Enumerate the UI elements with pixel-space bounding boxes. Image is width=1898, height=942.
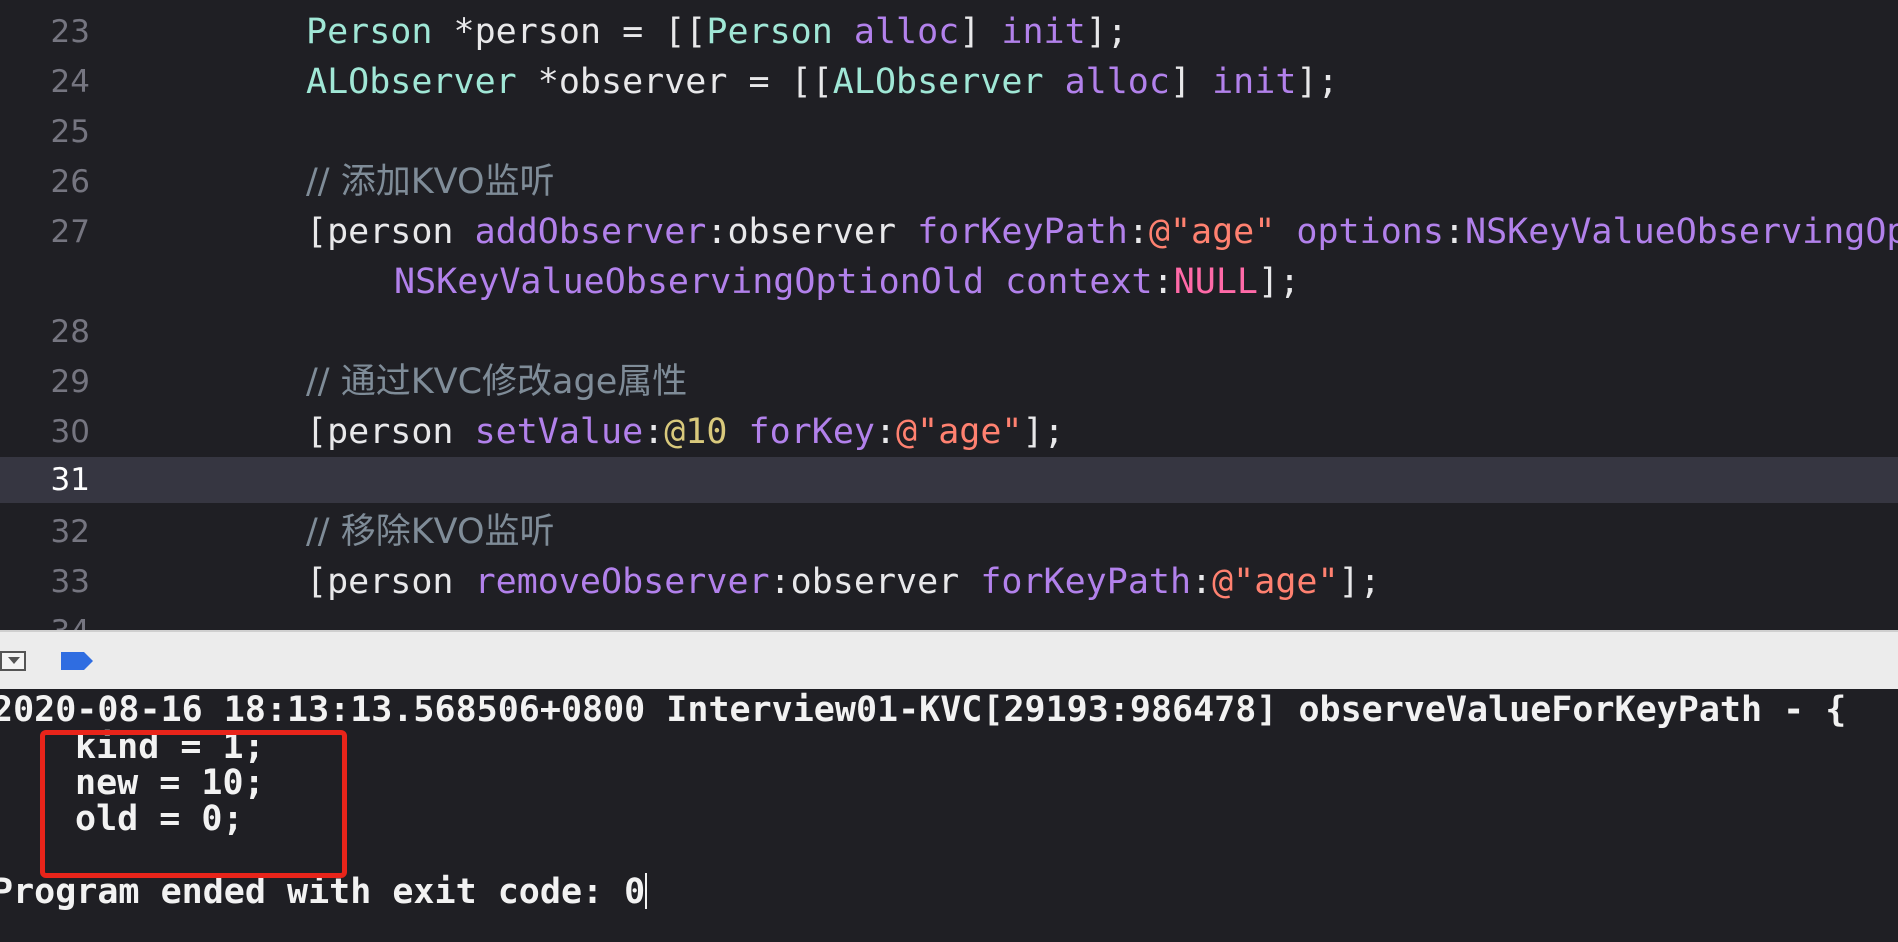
code-text: // 移除KVO监听 [306,507,555,557]
code-token: // 通过KVC修改age属性 [306,362,688,402]
code-token: options [1296,212,1444,252]
code-token: ]; [1022,412,1065,452]
highlight-box [40,730,347,878]
code-line[interactable]: 23 Person *person = [[Person alloc] init]… [0,7,1898,57]
code-text: // 添加KVO监听 [306,157,555,207]
code-line[interactable]: 24 ALObserver *observer = [[ALObserver al… [0,57,1898,107]
code-text: // 通过KVC修改age属性 [306,357,687,407]
code-token: // 移除KVO监听 [306,512,555,552]
line-number: 28 [50,314,90,350]
debug-bar [0,630,1898,689]
code-line[interactable]: 33 [person removeObserver:observer forKey… [0,557,1898,607]
code-token: context [1005,262,1153,302]
code-token: alloc [1064,62,1170,102]
code-token: : [1127,212,1149,252]
code-line-current[interactable]: 31 [0,457,1898,503]
code-token: ]; [1338,562,1381,602]
code-text: [person addObserver:observer forKeyPath:… [306,207,1898,257]
code-token: ]; [1257,262,1301,302]
code-token: ] [959,12,1002,52]
line-number: 30 [50,414,90,450]
code-text: NSKeyValueObservingOptionOld context:NUL… [394,257,1300,307]
code-token: [person [306,562,475,602]
code-line[interactable]: NSKeyValueObservingOptionOld context:NUL… [0,257,1898,307]
code-token: *observer = [[ [516,62,833,102]
code-token: NSKeyValueObservingOptionNew [1465,212,1898,252]
code-token: :observer [706,212,918,252]
code-token: @"age" [1148,212,1276,252]
code-token: NSKeyValueObservingOptionOld [394,262,985,302]
line-number: 23 [50,14,90,50]
line-number: 26 [50,164,90,200]
line-number: 27 [50,214,90,250]
code-token: : [643,412,665,452]
line-number: 33 [50,564,90,600]
code-token: // 添加KVO监听 [306,162,555,202]
disclosure-toggle-icon[interactable] [0,651,26,671]
code-token: Person [706,12,833,52]
code-token: :observer [769,562,981,602]
code-token: ALObserver [832,62,1044,102]
code-token: init [1001,12,1086,52]
code-token: *person = [[ [432,12,707,52]
code-token: @"age" [1212,562,1339,602]
code-token: @"age" [896,412,1023,452]
line-number: 29 [50,364,90,400]
code-token: forKeyPath [917,212,1128,252]
code-token: : [874,412,897,452]
code-token: : [1152,262,1174,302]
console-exit-text: Program ended with exit code: 0 [0,872,646,912]
code-text: [person setValue:@10 forKey:@"age"]; [306,407,1065,457]
code-token: forKeyPath [980,562,1192,602]
code-token: [person [306,212,475,252]
code-token: NULL [1173,262,1258,302]
code-token: ALObserver [306,62,517,102]
code-line[interactable]: 29 // 通过KVC修改age属性 [0,357,1898,407]
code-token: Person [306,12,433,52]
code-line[interactable]: 32 // 移除KVO监听 [0,507,1898,557]
code-text: [person removeObserver:observer forKeyPa… [306,557,1381,607]
code-text: ALObserver *observer = [[ALObserver allo… [306,57,1339,107]
code-token: addObserver [474,212,707,252]
line-number: 25 [50,114,90,150]
code-token: alloc [853,12,960,52]
breakpoint-arrow-icon[interactable] [61,652,93,670]
line-number: 34 [0,607,90,630]
code-line[interactable]: 30 [person setValue:@10 forKey:@"age"]; [0,407,1898,457]
code-token: : [1443,212,1465,252]
code-line[interactable]: 26 // 添加KVO监听 [0,157,1898,207]
code-token: ]; [1296,62,1339,102]
text-cursor [645,873,648,909]
code-line[interactable]: 25 [0,107,1898,157]
code-token: removeObserver [474,562,770,602]
code-text: Person *person = [[Person alloc] init]; [306,7,1128,57]
code-token: [person [306,412,475,452]
code-editor[interactable]: 23 Person *person = [[Person alloc] init]… [0,0,1898,630]
console-log-line: 2020-08-16 18:13:13.568506+0800 Intervie… [0,690,1847,730]
code-token: : [1191,562,1213,602]
code-line[interactable]: 34 [0,607,1898,630]
code-token: ]; [1085,12,1128,52]
code-token: ] [1169,62,1213,102]
code-line[interactable]: 27 [person addObserver:observer forKeyPat… [0,207,1898,257]
code-token: setValue [474,412,644,452]
code-line[interactable]: 28 [0,307,1898,357]
line-number: 31 [50,462,90,498]
code-token: init [1212,62,1297,102]
line-number: 32 [50,514,90,550]
code-token: @10 [664,412,728,452]
code-token: forKey [748,412,875,452]
line-number: 24 [50,64,90,100]
